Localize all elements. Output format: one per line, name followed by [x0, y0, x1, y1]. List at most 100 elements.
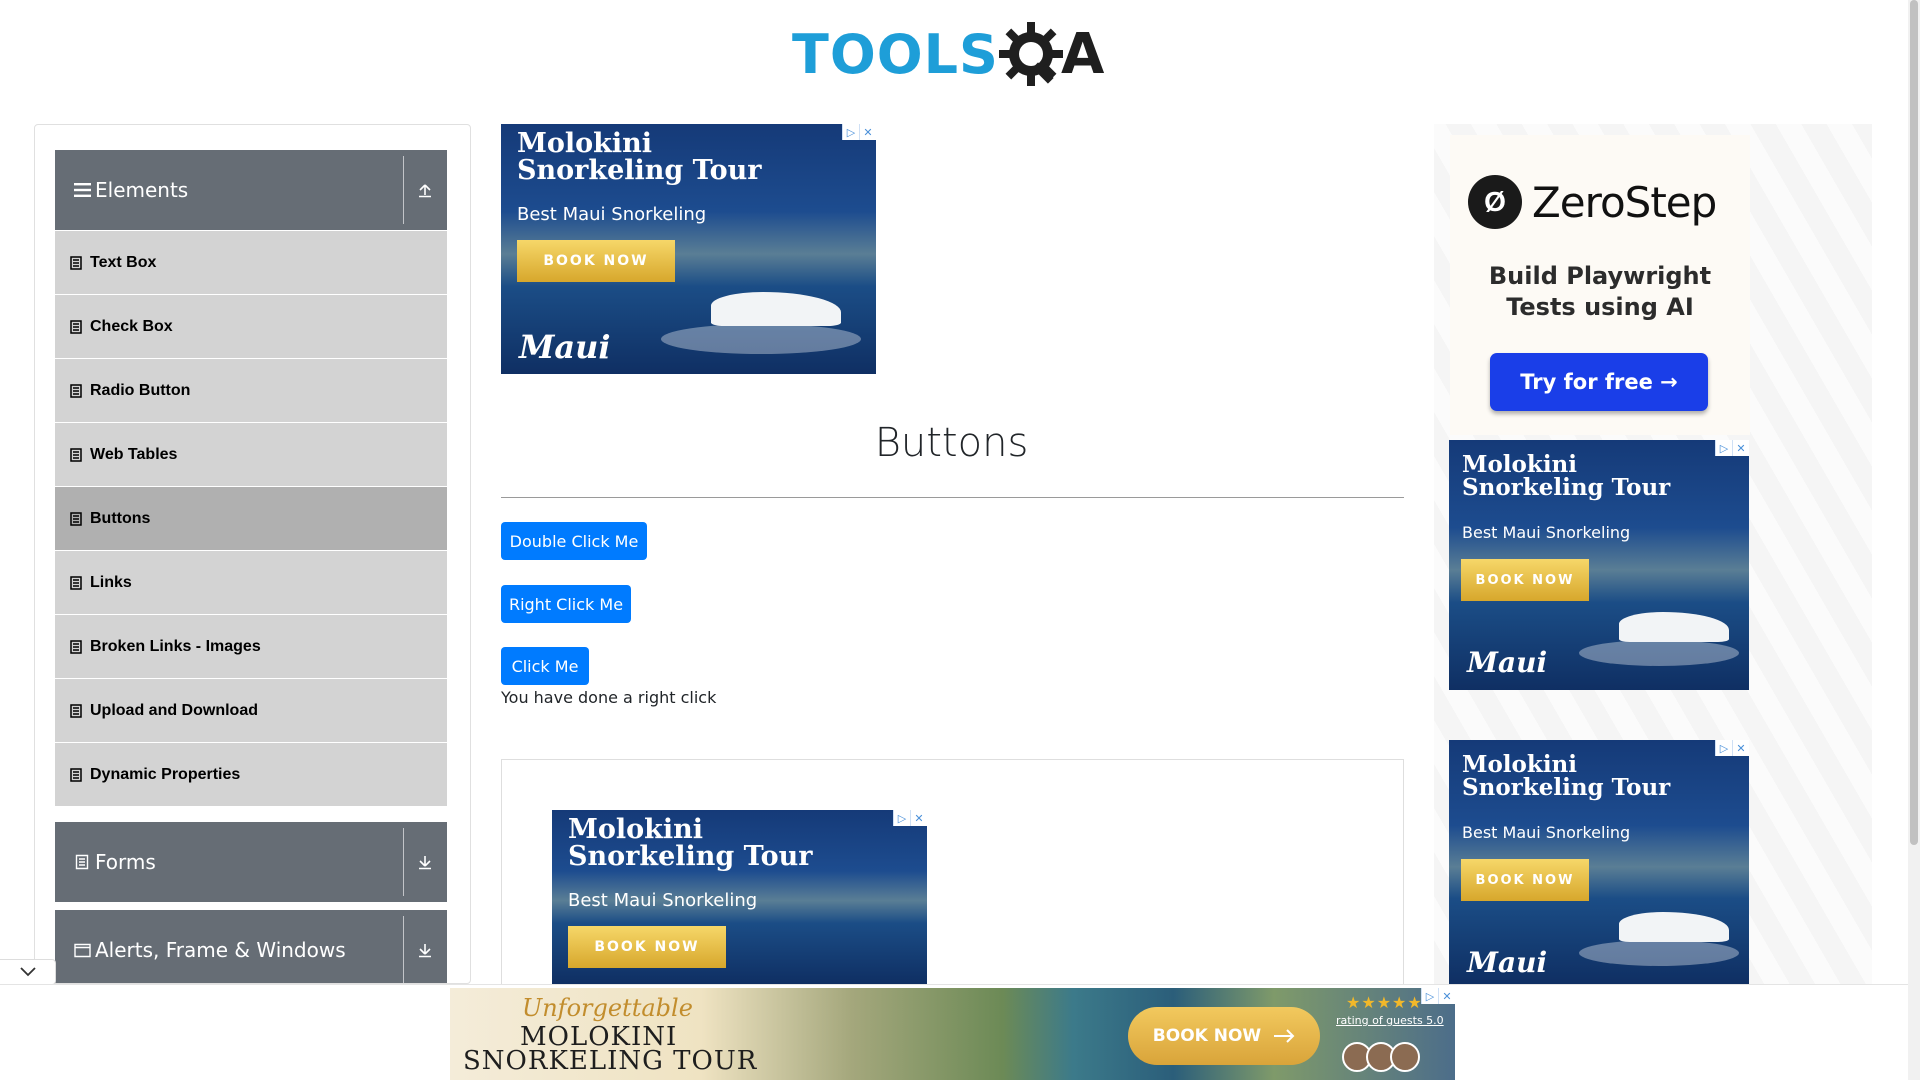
sidebar-item-buttons[interactable]: Buttons [55, 487, 447, 551]
document-icon [70, 511, 82, 526]
ad-water-wake [1579, 940, 1739, 966]
try-for-free-button[interactable]: Try for free → [1490, 353, 1708, 411]
sidebar-group-label: Forms [95, 850, 156, 874]
ad-info-icon[interactable]: ▷ [1715, 440, 1732, 456]
sidebar-item-dynamic-properties[interactable]: Dynamic Properties [55, 743, 447, 807]
ad-choices[interactable]: ▷ ✕ [1421, 988, 1455, 1004]
ad-title: Molokini Snorkeling Tour [1462, 451, 1671, 501]
gear-icon [998, 22, 1063, 86]
ad-title: Molokini Snorkeling Tour [568, 814, 813, 872]
bottom-banner-ad[interactable]: Unforgettable MOLOKINI SNORKELING TOUR B… [450, 988, 1455, 1080]
ad-boat-image [1619, 912, 1729, 942]
document-icon [70, 319, 82, 334]
rating-stars: ★★★★★ [1346, 995, 1423, 1012]
ad-molokini-right-2[interactable]: Molokini Snorkeling Tour Best Maui Snork… [1449, 740, 1749, 984]
ad-book-now-button[interactable]: BOOK NOW [568, 926, 726, 968]
page-scrollbar[interactable] [1908, 0, 1920, 1080]
ad-book-now-button[interactable]: BOOK NOW [1461, 559, 1589, 601]
sidebar-item-label: Radio Button [90, 381, 191, 399]
ad-info-icon[interactable]: ▷ [842, 124, 859, 140]
sidebar-item-label: Links [90, 573, 132, 591]
expand-down-icon[interactable] [413, 850, 437, 874]
sidebar-group-label: Alerts, Frame & Windows [95, 938, 346, 962]
scrollbar-thumb[interactable] [1910, 0, 1918, 845]
sidebar-item-upload-download[interactable]: Upload and Download [55, 679, 447, 743]
ad-choices[interactable]: ▷ ✕ [842, 124, 876, 140]
right-click-button[interactable]: Right Click Me [501, 585, 631, 623]
click-me-button[interactable]: Click Me [501, 647, 589, 685]
toolsqa-logo[interactable]: TOOLS A [792, 14, 1118, 94]
document-icon [70, 255, 82, 270]
sidebar-item-links[interactable]: Links [55, 551, 447, 615]
collapse-up-icon[interactable] [413, 178, 437, 202]
ad-choices[interactable]: ▷ ✕ [1715, 440, 1749, 456]
form-icon [72, 852, 92, 872]
ad-close-icon[interactable]: ✕ [1732, 440, 1749, 456]
ad-close-icon[interactable]: ✕ [910, 810, 927, 826]
sidebar-item-radio-button[interactable]: Radio Button [55, 359, 447, 423]
sidebar-item-label: Dynamic Properties [90, 765, 241, 783]
document-icon [70, 447, 82, 462]
sidebar-item-text-box[interactable]: Text Box [55, 231, 447, 295]
sidebar-item-label: Web Tables [90, 445, 178, 463]
hamburger-icon [72, 180, 92, 200]
zerostep-logo: Ø ZeroStep [1468, 175, 1717, 229]
ad-title: Molokini Snorkeling Tour [1462, 751, 1671, 801]
sidebar-item-broken-links[interactable]: Broken Links - Images [55, 615, 447, 679]
rating-text: rating of guests 5.0 [1336, 1014, 1444, 1027]
ad-close-icon[interactable]: ✕ [859, 124, 876, 140]
logo-text-a: A [1060, 21, 1105, 87]
logo-text-tools: TOOLS [792, 22, 999, 86]
ad-info-icon[interactable]: ▷ [1421, 988, 1438, 1004]
ad-brand: Maui [1467, 946, 1548, 979]
ad-choices[interactable]: ▷ ✕ [1715, 740, 1749, 756]
sidebar-group-elements[interactable]: Elements [55, 150, 447, 230]
sidebar: Elements Text Box Check Box Radio Button… [34, 124, 471, 984]
expand-down-icon[interactable] [413, 938, 437, 962]
ad-brand: Maui [519, 328, 611, 366]
sidebar-item-label: Buttons [90, 509, 151, 527]
sidebar-item-web-tables[interactable]: Web Tables [55, 423, 447, 487]
bottom-book-now-button[interactable]: BOOK NOW [1128, 1007, 1320, 1065]
ad-molokini-inline[interactable]: Molokini Snorkeling Tour Best Maui Snork… [552, 810, 927, 984]
ad-subtitle: Best Maui Snorkeling [517, 204, 707, 225]
ad-close-icon[interactable]: ✕ [1438, 988, 1455, 1004]
ad-molokini-top[interactable]: Molokini Snorkeling Tour Best Maui Snork… [501, 124, 876, 374]
ad-title: Molokini Snorkeling Tour [517, 128, 762, 186]
sidebar-item-label: Broken Links - Images [90, 637, 261, 655]
sidebar-item-check-box[interactable]: Check Box [55, 295, 447, 359]
guest-avatars [1342, 1042, 1420, 1072]
sidebar-group-alerts[interactable]: Alerts, Frame & Windows [55, 910, 447, 983]
sidebar-group-label: Elements [95, 178, 189, 202]
ad-choices[interactable]: ▷ ✕ [893, 810, 927, 826]
sidebar-group-forms[interactable]: Forms [55, 822, 447, 902]
ad-brand: Maui [1467, 646, 1548, 679]
divider [403, 916, 404, 983]
ad-subtitle: Best Maui Snorkeling [568, 890, 758, 911]
document-icon [70, 575, 82, 590]
collapse-ad-button[interactable] [0, 959, 56, 985]
ad-boat-image [711, 292, 841, 326]
document-icon [70, 767, 82, 782]
ad-zerostep[interactable]: Ø ZeroStep Build Playwright Tests using … [1450, 135, 1750, 435]
zerostep-name: ZeroStep [1532, 177, 1717, 227]
ad-subtitle: Best Maui Snorkeling [1462, 823, 1631, 842]
result-message: You have done a right click [501, 688, 717, 707]
ad-subtitle: Best Maui Snorkeling [1462, 523, 1631, 542]
button-label: BOOK NOW [1152, 1026, 1262, 1046]
double-click-button[interactable]: Double Click Me [501, 522, 647, 560]
sidebar-item-label: Upload and Download [90, 701, 258, 719]
ad-water-wake [661, 324, 861, 354]
sidebar-menu-list: Text Box Check Box Radio Button Web Tabl… [55, 231, 447, 807]
ad-info-icon[interactable]: ▷ [893, 810, 910, 826]
ad-close-icon[interactable]: ✕ [1732, 740, 1749, 756]
ad-line2: SNORKELING TOUR [463, 1046, 758, 1076]
ad-book-now-button[interactable]: BOOK NOW [517, 240, 675, 282]
chevron-down-icon [19, 967, 36, 977]
arrow-right-icon [1274, 1029, 1295, 1043]
ad-info-icon[interactable]: ▷ [1715, 740, 1732, 756]
avatar [1390, 1042, 1420, 1072]
ad-book-now-button[interactable]: BOOK NOW [1461, 859, 1589, 901]
ad-molokini-right-1[interactable]: Molokini Snorkeling Tour Best Maui Snork… [1449, 440, 1749, 690]
zerostep-logo-icon: Ø [1468, 175, 1522, 229]
